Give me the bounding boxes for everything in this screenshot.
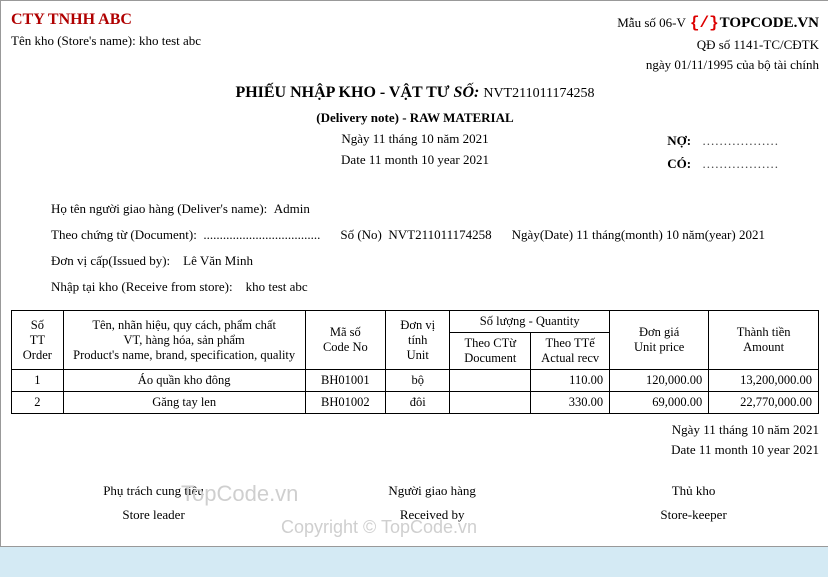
sign2-vn: Người giao hàng	[388, 479, 476, 502]
no-label: NỢ:	[667, 129, 699, 152]
store-label: Tên kho (Store's name):	[11, 33, 136, 48]
items-table: SốTTOrder Tên, nhãn hiệu, quy cách, phẩm…	[11, 310, 819, 414]
title-main: PHIẾU NHẬP KHO - VẬT TƯ	[235, 84, 449, 101]
th-order: SốTTOrder	[12, 311, 64, 370]
sign3-en: Store-keeper	[660, 503, 726, 526]
cell-unit: bộ	[386, 370, 450, 392]
recvstore: kho test abc	[246, 279, 308, 294]
logo: {/} TOPCODE.VN	[689, 11, 819, 35]
store-name: kho test abc	[139, 33, 201, 48]
cell-price: 69,000.00	[610, 392, 709, 414]
th-code: Mã sốCode No	[305, 311, 386, 370]
co-label: CÓ:	[667, 152, 699, 175]
decision: QĐ số 1141-TC/CĐTK	[617, 35, 819, 55]
info-block: Họ tên người giao hàng (Deliver's name):…	[51, 196, 819, 300]
deliverer: Admin	[274, 201, 310, 216]
sign3-vn: Thủ kho	[660, 479, 726, 502]
th-amount: Thành tiềnAmount	[709, 311, 819, 370]
table-row: 1Áo quần kho đôngBH01001bộ 110.00120,000.…	[12, 370, 819, 392]
th-qty-doc: Theo CTừDocument	[450, 333, 531, 370]
footer-date-vn: Ngày 11 tháng 10 năm 2021	[11, 420, 819, 440]
form-no: Mẫu số 06-V	[617, 15, 685, 30]
table-row: 2Găng tay lenBH01002đôi 330.0069,000.0022…	[12, 392, 819, 414]
th-qty-group: Số lượng - Quantity	[450, 311, 610, 333]
doc-title: PHIẾU NHẬP KHO - VẬT TƯ SỐ: NVT211011174…	[11, 84, 819, 102]
document-label: Theo chứng từ (Document):	[51, 227, 197, 242]
cell-amount: 22,770,000.00	[709, 392, 819, 414]
issuedby: Lê Văn Minh	[183, 253, 253, 268]
issuedby-label: Đơn vị cấp(Issued by):	[51, 253, 170, 268]
signatures: Phụ trách cung tiêu Store leader Người g…	[11, 479, 819, 526]
logo-text: TOPCODE.VN	[720, 12, 819, 35]
header-bar: CTY TNHH ABC Tên kho (Store's name): kho…	[11, 11, 819, 74]
cell-qact: 330.00	[531, 392, 610, 414]
no-dots: ..................	[703, 133, 780, 148]
cell-code: BH01001	[305, 370, 386, 392]
header-right: Mẫu số 06-V {/} TOPCODE.VN QĐ số 1141-TC…	[617, 11, 819, 74]
sign1-en: Store leader	[103, 503, 204, 526]
th-name: Tên, nhãn hiệu, quy cách, phẩm chấtVT, h…	[63, 311, 305, 370]
doc-date: Ngày(Date) 11 tháng(month) 10 năm(year) …	[512, 222, 765, 248]
co-dots: ..................	[703, 156, 780, 171]
cell-qact: 110.00	[531, 370, 610, 392]
deliverer-label: Họ tên người giao hàng (Deliver's name):	[51, 201, 267, 216]
cell-order: 1	[12, 370, 64, 392]
debit-credit: NỢ: .................. CÓ: .............…	[667, 129, 779, 176]
th-unit: Đơn vịtínhUnit	[386, 311, 450, 370]
th-price: Đơn giáUnit price	[610, 311, 709, 370]
title-number: NVT211011174258	[483, 86, 594, 101]
document-dots: ....................................	[203, 227, 320, 242]
footer-date-en: Date 11 month 10 year 2021	[11, 440, 819, 460]
title-so-label: SỐ:	[454, 84, 480, 101]
cell-name: Áo quần kho đông	[63, 370, 305, 392]
sign2-en: Received by	[388, 503, 476, 526]
document-page: CTY TNHH ABC Tên kho (Store's name): kho…	[0, 0, 828, 547]
logo-icon: {/}	[690, 11, 719, 35]
issue-line: ngày 01/11/1995 của bộ tài chính	[617, 55, 819, 75]
subtitle: (Delivery note) - RAW MATERIAL	[316, 110, 513, 125]
cell-qdoc	[450, 370, 531, 392]
sono-label: Số (No)	[340, 227, 382, 242]
sono: NVT211011174258	[388, 227, 491, 242]
th-qty-act: Theo TTếActual recv	[531, 333, 610, 370]
cell-price: 120,000.00	[610, 370, 709, 392]
company-name: CTY TNHH ABC	[11, 11, 201, 29]
footer-dates: Ngày 11 tháng 10 năm 2021 Date 11 month …	[11, 420, 819, 459]
recvstore-label: Nhập tại kho (Receive from store):	[51, 279, 233, 294]
store-line: Tên kho (Store's name): kho test abc	[11, 33, 201, 49]
cell-qdoc	[450, 392, 531, 414]
cell-name: Găng tay len	[63, 392, 305, 414]
sign1-vn: Phụ trách cung tiêu	[103, 479, 204, 502]
cell-order: 2	[12, 392, 64, 414]
cell-unit: đôi	[386, 392, 450, 414]
cell-amount: 13,200,000.00	[709, 370, 819, 392]
cell-code: BH01002	[305, 392, 386, 414]
